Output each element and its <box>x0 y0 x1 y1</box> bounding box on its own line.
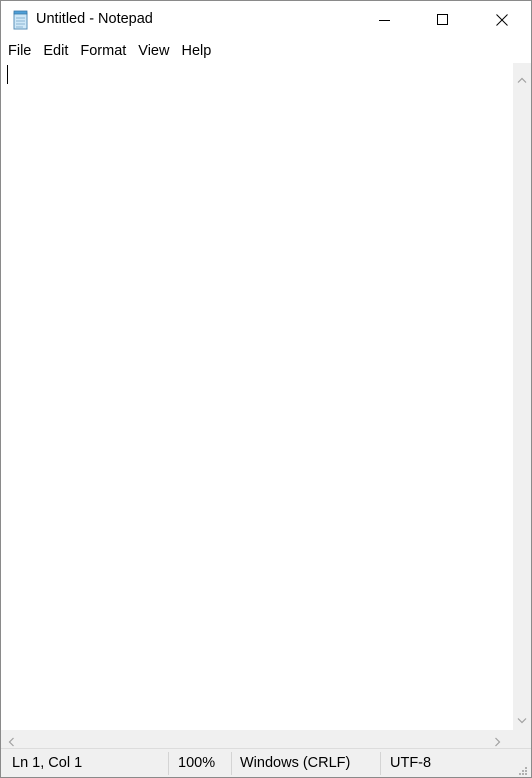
menu-format[interactable]: Format <box>74 40 132 62</box>
minimize-button[interactable] <box>356 1 414 39</box>
status-cursor-position: Ln 1, Col 1 <box>12 755 83 771</box>
status-line-ending: Windows (CRLF) <box>240 755 351 771</box>
scroll-down-arrow-icon[interactable] <box>517 711 527 729</box>
status-divider <box>168 752 169 775</box>
resize-grip-icon[interactable] <box>518 764 528 777</box>
maximize-button[interactable] <box>414 1 472 39</box>
text-editor[interactable] <box>1 63 513 730</box>
maximize-icon <box>437 14 449 26</box>
close-button[interactable] <box>473 1 531 39</box>
notepad-icon[interactable] <box>12 10 30 30</box>
close-icon <box>496 14 508 26</box>
menu-file[interactable]: File <box>1 40 37 62</box>
status-divider <box>380 752 381 775</box>
window-title: Untitled - Notepad <box>36 11 153 27</box>
menu-view[interactable]: View <box>132 40 175 62</box>
scrollbar-corner <box>513 730 531 748</box>
title-bar[interactable]: Untitled - Notepad <box>1 1 531 39</box>
menu-bar: File Edit Format View Help <box>1 39 531 63</box>
status-divider <box>231 752 232 775</box>
menu-help[interactable]: Help <box>175 40 217 62</box>
vertical-scrollbar[interactable] <box>513 63 531 730</box>
scroll-up-arrow-icon[interactable] <box>517 70 527 88</box>
notepad-window: Untitled - Notepad File Edit Format View <box>0 0 532 778</box>
status-bar: Ln 1, Col 1 100% Windows (CRLF) UTF-8 <box>1 748 531 777</box>
text-caret <box>7 65 8 84</box>
minimize-icon <box>379 14 391 26</box>
horizontal-scrollbar[interactable] <box>1 730 513 748</box>
menu-edit[interactable]: Edit <box>37 40 74 62</box>
status-zoom: 100% <box>178 755 216 771</box>
status-encoding: UTF-8 <box>390 755 432 771</box>
